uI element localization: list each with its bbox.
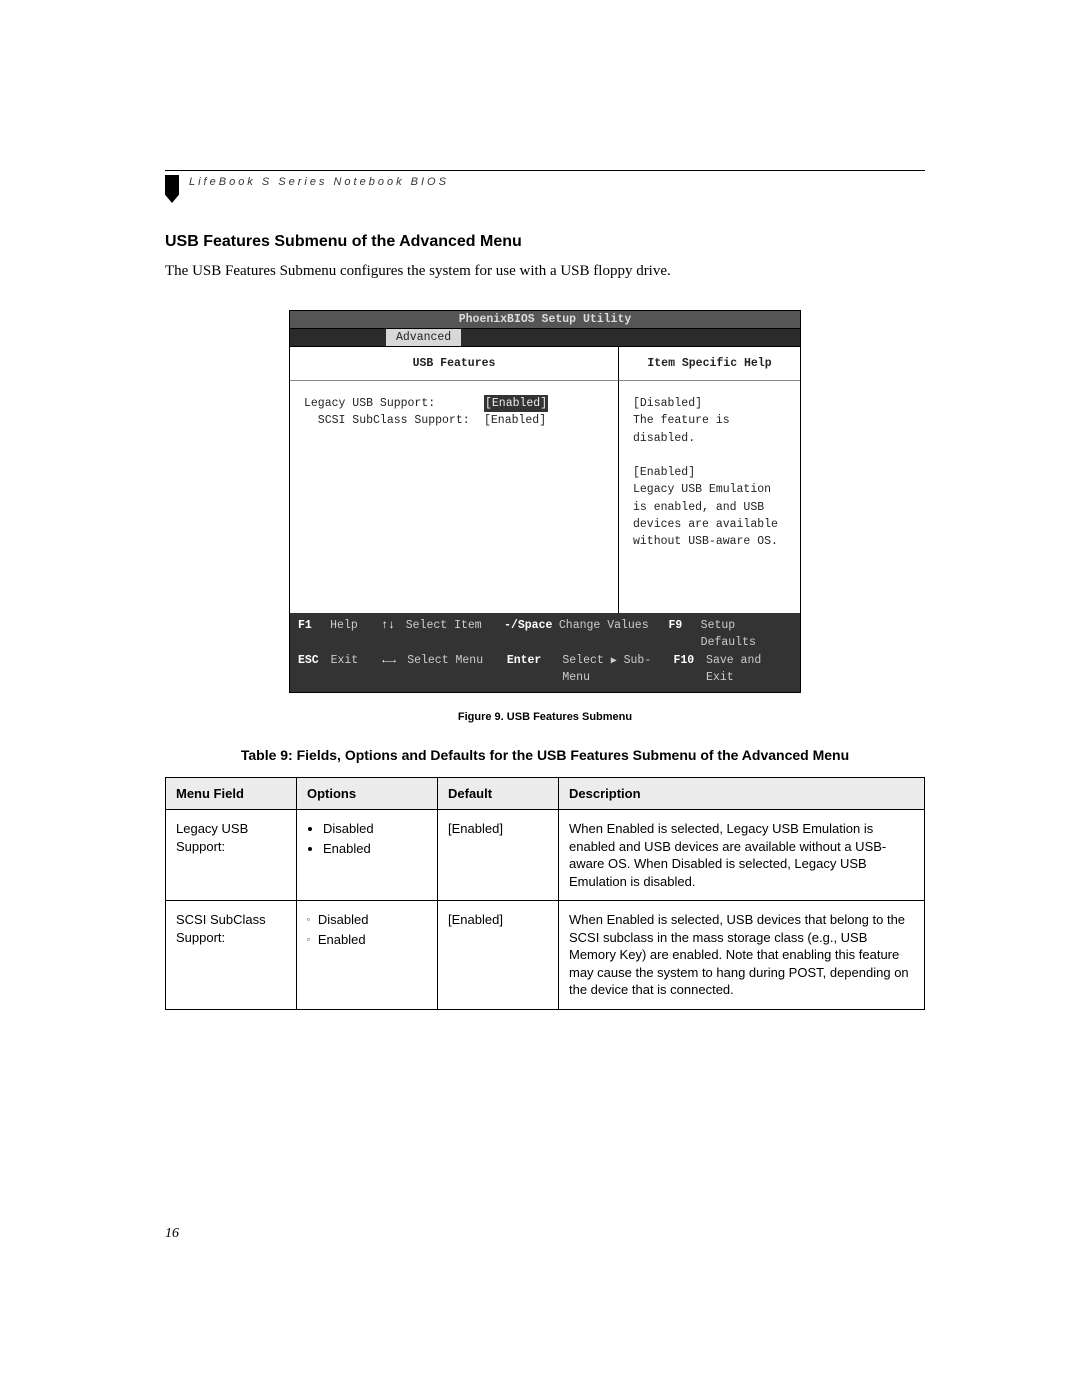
cell-description: When Enabled is selected, USB devices th… [559, 901, 925, 1010]
table-header-row: Menu Field Options Default Description [166, 778, 925, 810]
running-head: LifeBook S Series Notebook BIOS [189, 175, 449, 188]
bios-field-legacy-usb[interactable]: Legacy USB Support: [Enabled] [304, 395, 608, 412]
bios-tab-bar: Advanced [290, 329, 800, 347]
cell-menu-field: Legacy USB Support: [166, 810, 297, 901]
bios-action: Setup Defaults [701, 617, 792, 652]
cell-default: [Enabled] [438, 901, 559, 1010]
th-description: Description [559, 778, 925, 810]
table-row: Legacy USB Support: Disabled Enabled [En… [166, 810, 925, 901]
bios-fields: Legacy USB Support: [Enabled] SCSI SubCl… [290, 381, 618, 440]
bios-action: Change Values [559, 617, 669, 652]
page-number: 16 [165, 1226, 179, 1242]
bios-field-label: SCSI SubClass Support: [304, 412, 484, 429]
bios-footer: F1 Help ↑↓ Select Item -/Space Change Va… [290, 613, 800, 692]
cell-menu-field: SCSI SubClass Support: [166, 901, 297, 1010]
header-marker-icon [165, 175, 179, 203]
bios-key-label: Help [330, 617, 381, 652]
bios-field-value[interactable]: [Enabled] [484, 412, 546, 429]
bios-field-label: Legacy USB Support: [304, 395, 484, 412]
bios-action: Save and Exit [706, 652, 792, 687]
table-caption: Table 9: Fields, Options and Defaults fo… [165, 747, 925, 763]
bios-action: Select ▶ Sub-Menu [562, 652, 673, 687]
bios-key-space[interactable]: -/Space [504, 617, 559, 652]
figure-caption: Figure 9. USB Features Submenu [165, 711, 925, 723]
cell-options: Disabled Enabled [297, 901, 438, 1010]
bios-title: PhoenixBIOS Setup Utility [290, 311, 800, 329]
bios-field-value[interactable]: [Enabled] [484, 395, 548, 412]
cell-description: When Enabled is selected, Legacy USB Emu… [559, 810, 925, 901]
bios-key-enter[interactable]: Enter [507, 652, 563, 687]
bios-panel-title-left: USB Features [290, 347, 619, 381]
section-intro: The USB Features Submenu configures the … [165, 261, 925, 282]
option-item: Disabled [307, 911, 427, 929]
th-menu-field: Menu Field [166, 778, 297, 810]
bios-key-f10[interactable]: F10 [673, 652, 706, 687]
bios-field-scsi-subclass[interactable]: SCSI SubClass Support: [Enabled] [304, 412, 608, 429]
th-default: Default [438, 778, 559, 810]
cell-default: [Enabled] [438, 810, 559, 901]
bios-key-f9[interactable]: F9 [669, 617, 701, 652]
options-table: Menu Field Options Default Description L… [165, 777, 925, 1010]
option-item: Disabled [323, 820, 427, 838]
arrow-updown-icon: ↑↓ [381, 617, 406, 652]
bios-help-text: [Disabled] The feature is disabled. [Ena… [619, 381, 800, 560]
section-title: USB Features Submenu of the Advanced Men… [165, 233, 925, 251]
cell-options: Disabled Enabled [297, 810, 438, 901]
bios-key-label: Exit [331, 652, 383, 687]
bios-key-f1[interactable]: F1 [298, 617, 330, 652]
bios-action: Select Item [406, 617, 504, 652]
table-row: SCSI SubClass Support: Disabled Enabled … [166, 901, 925, 1010]
bios-panel-title-right: Item Specific Help [619, 347, 800, 381]
th-options: Options [297, 778, 438, 810]
option-item: Enabled [323, 840, 427, 858]
bios-key-esc[interactable]: ESC [298, 652, 331, 687]
bios-action: Select Menu [407, 652, 507, 687]
bios-screenshot: PhoenixBIOS Setup Utility Advanced USB F… [289, 310, 801, 693]
option-item: Enabled [307, 931, 427, 949]
arrow-leftright-icon: ←→ [382, 652, 407, 687]
bios-tab-advanced[interactable]: Advanced [386, 329, 461, 346]
